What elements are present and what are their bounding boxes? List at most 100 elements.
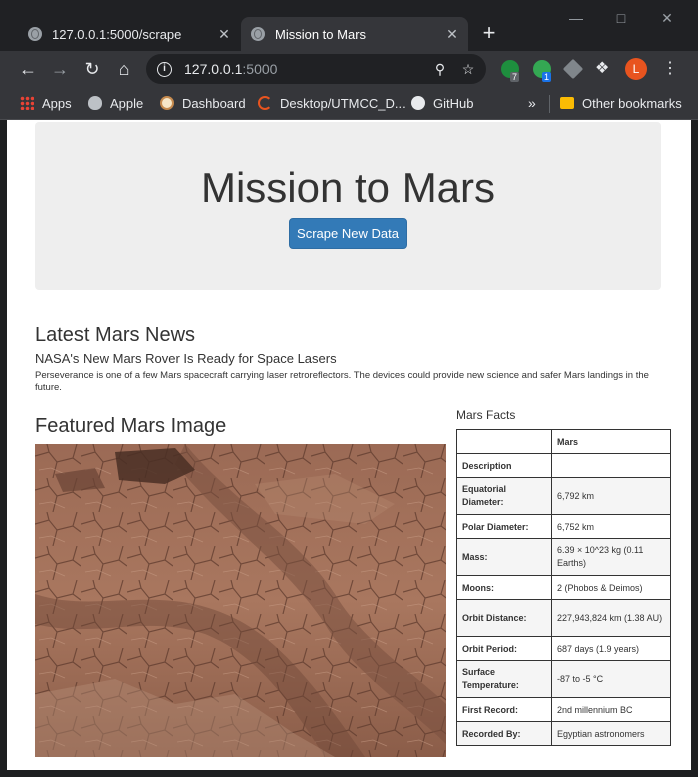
- browser-titlebar: 127.0.0.1:5000/scrape ✕ Mission to Mars …: [0, 0, 698, 51]
- bookmarks-bar: Apps Apple Dashboard Desktop/UTMCC_D... …: [0, 87, 698, 120]
- extension-badge: 1: [542, 72, 552, 82]
- table-row: First Record: 2nd millennium BC: [456, 697, 671, 722]
- reload-icon[interactable]: ↻: [82, 59, 102, 79]
- fact-label: Moons:: [456, 575, 552, 600]
- fact-value: 227,943,824 km (1.38 AU): [551, 599, 671, 637]
- bookmark-apple[interactable]: Apple: [88, 93, 143, 113]
- page-viewport: Mission to Mars Scrape New Data Latest M…: [7, 120, 691, 770]
- fact-value-text: 227,943,824 km (1.38 AU): [557, 612, 663, 623]
- apps-grid-icon: [20, 96, 34, 110]
- table-row: Equatorial Diameter: 6,792 km: [456, 477, 671, 515]
- fact-label: Recorded By:: [456, 721, 552, 746]
- close-icon[interactable]: ✕: [214, 26, 234, 43]
- dashboard-icon: [160, 96, 174, 110]
- jumbotron: Mission to Mars Scrape New Data: [35, 122, 661, 290]
- fact-label-text: Equatorial Diameter:: [462, 484, 507, 507]
- github-icon: [411, 96, 425, 110]
- folder-icon: [560, 97, 574, 109]
- fact-value: [551, 453, 671, 478]
- bookmark-label: Apple: [110, 95, 144, 111]
- fact-value: -87 to -5 °C: [551, 660, 671, 698]
- zoom-icon[interactable]: ⚲: [430, 61, 450, 78]
- mars-terrain-image: [35, 444, 446, 757]
- bookmark-other[interactable]: Other bookmarks: [560, 93, 682, 113]
- bookmark-label: Apps: [42, 95, 72, 111]
- fact-value: 6,752 km: [551, 514, 671, 539]
- bookmark-apps[interactable]: Apps: [20, 93, 72, 113]
- url-port: :5000: [242, 61, 278, 77]
- globe-icon: [28, 27, 42, 41]
- table-row: Polar Diameter: 6,752 km: [456, 514, 671, 539]
- maximize-icon[interactable]: □: [611, 10, 631, 26]
- fact-value: 6.39 × 10^23 kg (0.11 Earths): [551, 538, 671, 576]
- globe-icon: [251, 27, 265, 41]
- tab-title: Mission to Mars: [275, 26, 367, 42]
- bookmark-label: Dashboard: [182, 95, 246, 111]
- fact-value: 6,792 km: [551, 477, 671, 515]
- fact-label: Orbit Period:: [456, 636, 552, 661]
- fact-label-text: Surface Temperature:: [462, 667, 519, 690]
- avatar[interactable]: L: [625, 58, 647, 80]
- featured-heading: Featured Mars Image: [35, 415, 227, 437]
- fact-label: Surface Temperature:: [456, 660, 552, 698]
- minimize-icon[interactable]: —: [566, 10, 586, 26]
- bookmark-dashboard[interactable]: Dashboard: [160, 93, 246, 113]
- news-heading: Latest Mars News: [35, 324, 196, 346]
- bookmark-label: GitHub: [433, 95, 474, 111]
- back-arrow-icon[interactable]: ←: [18, 59, 38, 79]
- table-row: Moons: 2 (Phobos & Deimos): [456, 575, 671, 600]
- forward-arrow-icon[interactable]: →: [50, 59, 70, 79]
- news-title: NASA's New Mars Rover Is Ready for Space…: [35, 351, 337, 366]
- fact-label: Orbit Distance:: [456, 599, 552, 637]
- table-row: Surface Temperature: -87 to -5 °C: [456, 660, 671, 698]
- fact-label: First Record:: [456, 697, 552, 722]
- table-row: Orbit Period: 687 days (1.9 years): [456, 636, 671, 661]
- facts-heading: Mars Facts: [456, 408, 516, 422]
- fact-label: Description: [456, 453, 552, 478]
- table-row: Recorded By: Egyptian astronomers: [456, 721, 671, 746]
- fact-value: Egyptian astronomers: [551, 721, 671, 746]
- tab-scrape[interactable]: 127.0.0.1:5000/scrape ✕: [18, 17, 240, 51]
- news-paragraph: Perseverance is one of a few Mars spacec…: [35, 370, 649, 393]
- page-title: Mission to Mars: [200, 164, 496, 211]
- fact-value: 2 (Phobos & Deimos): [551, 575, 671, 600]
- close-window-icon[interactable]: ✕: [657, 10, 677, 27]
- table-header-cell: Mars: [551, 429, 671, 454]
- home-icon[interactable]: ⌂: [114, 59, 134, 79]
- table-row: Description: [456, 453, 671, 478]
- url-host: 127.0.0.1: [184, 61, 243, 77]
- fact-label: Mass:: [456, 538, 552, 576]
- close-icon[interactable]: ✕: [442, 26, 462, 43]
- table-row: Mass: 6.39 × 10^23 kg (0.11 Earths): [456, 538, 671, 576]
- url-text[interactable]: 127.0.0.1:5000: [184, 61, 430, 77]
- bookmarks-divider: [549, 95, 550, 113]
- fact-label: Equatorial Diameter:: [456, 477, 552, 515]
- fact-value: 687 days (1.9 years): [551, 636, 671, 661]
- tab-mission-to-mars[interactable]: Mission to Mars ✕: [241, 17, 468, 51]
- table-header-row: Mars: [456, 429, 671, 454]
- star-icon[interactable]: ☆: [458, 61, 478, 78]
- scrape-new-data-button[interactable]: Scrape New Data: [289, 218, 407, 249]
- fact-value-text: 6,792 km: [557, 490, 595, 501]
- fact-value-text: 6.39 × 10^23 kg (0.11 Earths): [557, 545, 644, 568]
- bookmarks-overflow-button[interactable]: »: [528, 93, 536, 113]
- bookmark-label: Other bookmarks: [582, 95, 682, 111]
- featured-mars-image: [35, 444, 446, 757]
- extension-badge: 7: [510, 72, 520, 82]
- menu-dots-icon[interactable]: ⋮: [662, 58, 678, 80]
- browser-toolbar: ← → ↻ ⌂ i 127.0.0.1:5000 ⚲ ☆: [0, 51, 698, 87]
- address-bar[interactable]: i 127.0.0.1:5000 ⚲ ☆: [146, 54, 486, 84]
- fact-value: 2nd millennium BC: [551, 697, 671, 722]
- new-tab-button[interactable]: +: [478, 22, 500, 44]
- mars-facts-table: Mars Description Equatorial Diameter: 6,…: [456, 429, 671, 746]
- table-header-cell: [456, 429, 552, 454]
- table-row: Orbit Distance: 227,943,824 km (1.38 AU): [456, 599, 671, 637]
- bookmark-desktop[interactable]: Desktop/UTMCC_D...: [258, 93, 406, 113]
- puzzle-extensions-icon[interactable]: ❖: [595, 58, 609, 80]
- info-icon[interactable]: i: [157, 61, 172, 77]
- apple-icon: [88, 96, 102, 110]
- fact-label: Polar Diameter:: [456, 514, 552, 539]
- bookmark-github[interactable]: GitHub: [411, 93, 473, 113]
- folder-loader-icon: [258, 96, 272, 110]
- bookmark-label: Desktop/UTMCC_D...: [280, 95, 406, 111]
